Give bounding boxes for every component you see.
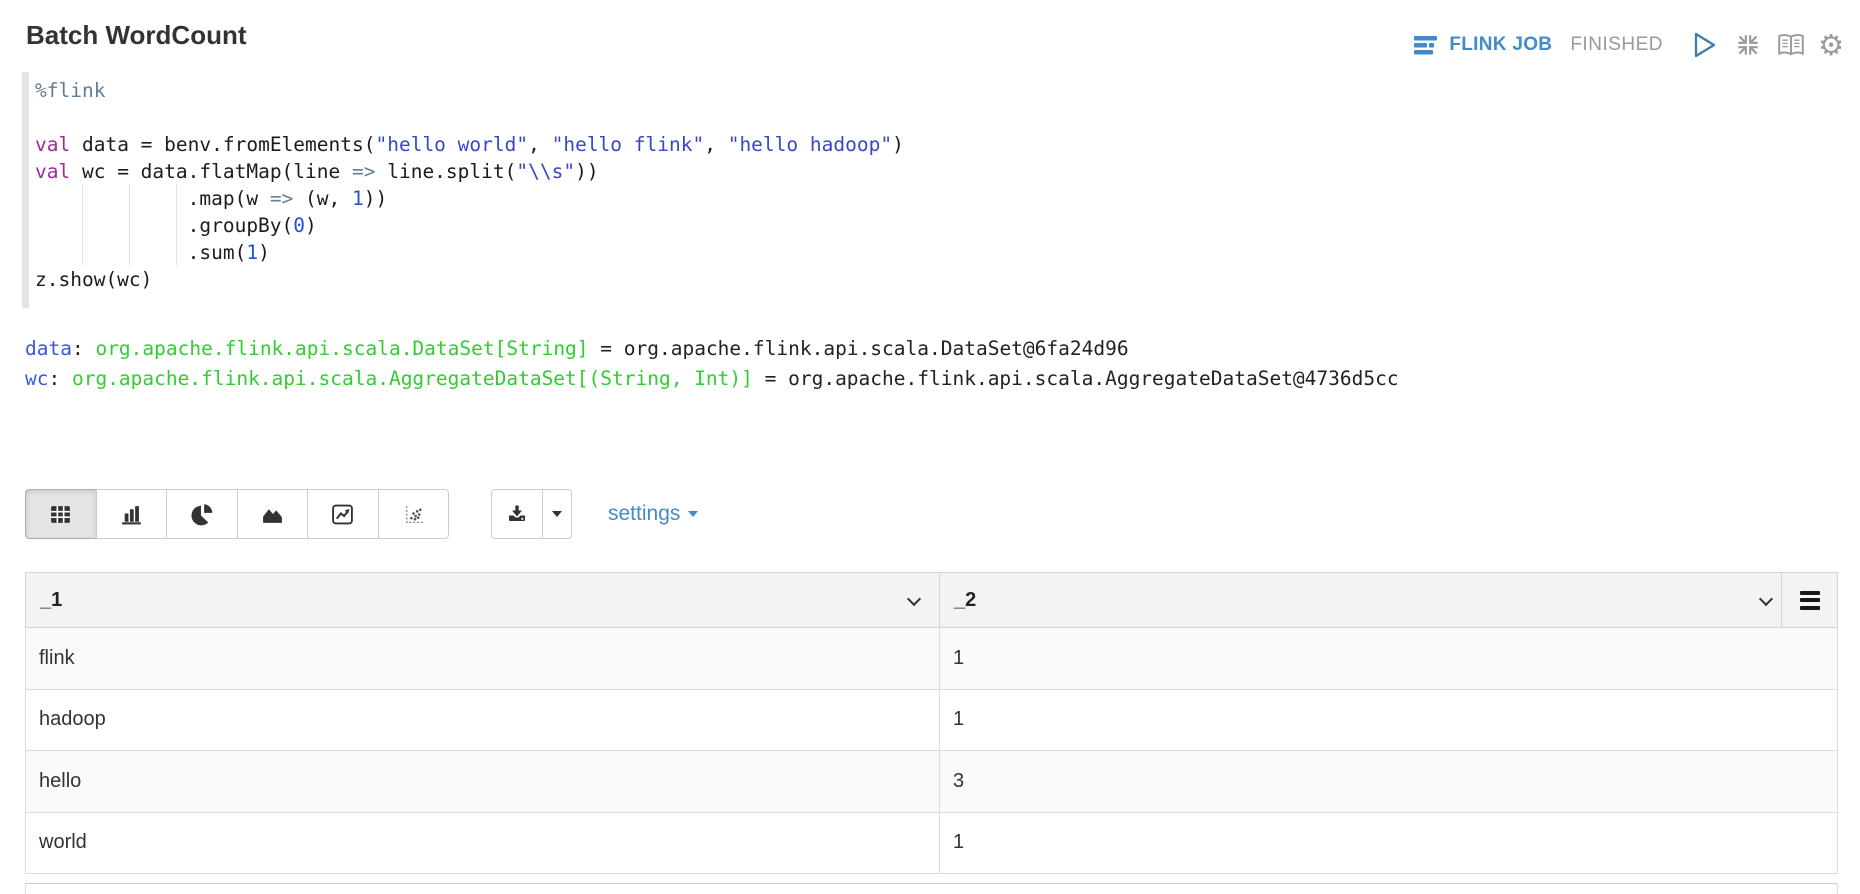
table-cell: 1 (940, 813, 1837, 874)
table-cell: flink (26, 628, 940, 689)
viz-pie-chart-button[interactable] (166, 489, 238, 539)
table-cell: 1 (940, 690, 1837, 751)
settings-dropdown[interactable]: settings (608, 502, 698, 526)
table-row: world1 (26, 813, 1837, 875)
table-body: flink1hadoop1hello3world1 (25, 628, 1838, 874)
viz-table-button[interactable] (25, 489, 97, 539)
settings-label: settings (608, 502, 680, 526)
code-editor[interactable]: %flink val data = benv.fromElements("hel… (22, 72, 1838, 308)
caret-down-icon (688, 511, 698, 517)
table-footer-partial (25, 883, 1838, 894)
table-row: hello3 (26, 751, 1837, 813)
column-header-1[interactable]: _1 (26, 573, 940, 627)
download-button-group (491, 489, 572, 539)
viz-button-group (25, 489, 449, 539)
result-output: data: org.apache.flink.api.scala.DataSet… (25, 334, 1399, 394)
table-header-row: _1 _2 (25, 572, 1838, 628)
download-icon (506, 503, 528, 525)
flink-job-icon[interactable] (1414, 35, 1441, 56)
viz-area-chart-button[interactable] (237, 489, 309, 539)
collapse-icon[interactable] (1734, 31, 1762, 59)
result-table: _1 _2 flink1hadoop1hello3world1 (25, 572, 1838, 874)
editor-gutter (22, 72, 29, 308)
column-header-label: _1 (40, 589, 62, 612)
open-book-icon[interactable] (1776, 32, 1806, 58)
paragraph-status-bar: FLINK JOB FINISHED ⚙ (1414, 28, 1844, 62)
table-row: flink1 (26, 628, 1837, 690)
download-caret-button[interactable] (542, 489, 572, 539)
chevron-down-icon[interactable] (1759, 592, 1773, 606)
table-icon (49, 503, 72, 526)
line-chart-icon (331, 503, 354, 526)
caret-down-icon (552, 511, 562, 517)
flink-job-link[interactable]: FLINK JOB (1449, 34, 1552, 56)
column-header-label: _2 (954, 589, 976, 612)
code-lines: %flink val data = benv.fromElements("hel… (35, 77, 904, 293)
viz-scatter-chart-button[interactable] (378, 489, 450, 539)
bar-chart-icon (120, 503, 143, 526)
viz-toolbar: settings (25, 489, 698, 539)
download-button[interactable] (491, 489, 543, 539)
viz-line-chart-button[interactable] (307, 489, 379, 539)
scatter-chart-icon (402, 503, 425, 526)
paragraph-status: FINISHED (1570, 34, 1663, 56)
viz-bar-chart-button[interactable] (96, 489, 168, 539)
column-header-2[interactable]: _2 (940, 573, 1782, 627)
table-cell: hadoop (26, 690, 940, 751)
page-title: Batch WordCount (26, 20, 247, 51)
table-cell: 3 (940, 751, 1837, 812)
table-cell: hello (26, 751, 940, 812)
gear-icon[interactable]: ⚙ (1818, 31, 1844, 60)
area-chart-icon (261, 503, 284, 526)
hamburger-icon (1800, 591, 1820, 610)
run-paragraph-button[interactable] (1691, 31, 1718, 59)
table-cell: 1 (940, 628, 1837, 689)
table-cell: world (26, 813, 940, 874)
chevron-down-icon[interactable] (907, 592, 921, 606)
grid-menu-button[interactable] (1782, 573, 1837, 627)
table-row: hadoop1 (26, 690, 1837, 752)
pie-chart-icon (190, 503, 213, 526)
